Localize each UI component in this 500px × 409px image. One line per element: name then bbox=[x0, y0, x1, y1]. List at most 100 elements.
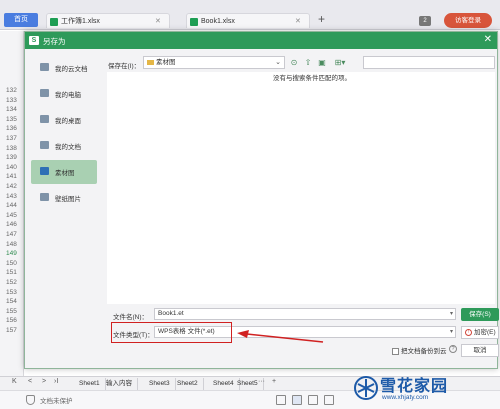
sidebar-item-label: 我的云文档 bbox=[55, 66, 88, 73]
row-number[interactable]: 150 bbox=[0, 259, 24, 268]
backup-to-cloud-option[interactable]: 把文档备份到云 bbox=[392, 345, 447, 355]
last-sheet-button[interactable]: ›I bbox=[54, 378, 58, 385]
help-icon[interactable]: ? bbox=[449, 345, 457, 353]
tab-label: Book1.xlsx bbox=[201, 18, 235, 25]
row-number[interactable]: 152 bbox=[0, 278, 24, 287]
sidebar-item-label: 我的文档 bbox=[55, 144, 81, 151]
chevron-down-icon[interactable]: ▾ bbox=[450, 327, 453, 337]
encrypt-label: 加密(E) bbox=[474, 329, 496, 336]
filename-label: 文件名(N)： bbox=[113, 314, 149, 321]
sidebar-item-computer[interactable]: 我的电脑 bbox=[31, 82, 97, 106]
tab-book1[interactable]: Book1.xlsx ✕ bbox=[186, 13, 310, 28]
back-icon[interactable]: ⊙ bbox=[289, 58, 299, 68]
row-number[interactable]: 141 bbox=[0, 172, 24, 181]
folder-icon bbox=[40, 193, 49, 201]
close-icon[interactable]: ✕ bbox=[295, 14, 301, 29]
watermark-name: 雪花家园 bbox=[380, 378, 449, 395]
sidebar-item-wallpaper[interactable]: 壁纸图片 bbox=[31, 186, 97, 210]
row-number[interactable]: 149 bbox=[0, 249, 24, 258]
row-number[interactable]: 143 bbox=[0, 192, 24, 201]
row-number[interactable]: 133 bbox=[0, 96, 24, 105]
row-number[interactable]: 147 bbox=[0, 230, 24, 239]
chevron-down-icon[interactable]: ▾ bbox=[450, 309, 453, 319]
documents-icon bbox=[40, 141, 49, 149]
add-tab-button[interactable]: + bbox=[318, 12, 325, 26]
close-icon[interactable]: ✕ bbox=[484, 34, 492, 45]
folder-icon bbox=[40, 167, 49, 175]
row-number[interactable]: 151 bbox=[0, 268, 24, 277]
tab-bar: 首页 工作簿1.xlsx ✕ Book1.xlsx ✕ + 2 访客登录 bbox=[0, 0, 500, 30]
row-number[interactable]: 153 bbox=[0, 288, 24, 297]
watermark: 雪花家园 www.xhjaty.com bbox=[354, 370, 500, 409]
sidebar-item-documents[interactable]: 我的文档 bbox=[31, 134, 97, 158]
row-number[interactable]: 142 bbox=[0, 182, 24, 191]
sidebar-item-sucaitu[interactable]: 素材图 bbox=[31, 160, 97, 184]
location-dropdown[interactable]: 素材图 ⌄ bbox=[143, 56, 285, 69]
up-folder-icon[interactable]: ⇧ bbox=[303, 58, 313, 68]
row-number[interactable]: 157 bbox=[0, 326, 24, 335]
row-number[interactable]: 135 bbox=[0, 115, 24, 124]
row-number[interactable]: 139 bbox=[0, 153, 24, 162]
backup-label: 把文档备份到云 bbox=[401, 348, 447, 355]
sheet-tab[interactable]: Sheet2 bbox=[172, 378, 204, 390]
reading-mode-icon[interactable] bbox=[324, 395, 334, 405]
new-folder-icon[interactable]: ▣ bbox=[317, 58, 327, 68]
row-number[interactable]: 148 bbox=[0, 240, 24, 249]
sheet-tab[interactable]: 输入内容 bbox=[101, 378, 138, 390]
save-as-dialog: S 另存为 ✕ 我的云文档 我的电脑 我的桌面 我的文档 素材图 壁纸图片 保存… bbox=[24, 31, 499, 369]
page-layout-icon[interactable] bbox=[292, 395, 302, 405]
sidebar-item-label: 素材图 bbox=[55, 170, 75, 177]
page-count-badge[interactable]: 2 bbox=[419, 16, 431, 26]
row-number[interactable]: 136 bbox=[0, 124, 24, 133]
row-number[interactable]: 144 bbox=[0, 201, 24, 210]
cloud-icon bbox=[40, 63, 49, 71]
row-number[interactable]: 140 bbox=[0, 163, 24, 172]
add-sheet-button[interactable]: + bbox=[272, 378, 276, 385]
sidebar-item-label: 我的桌面 bbox=[55, 118, 81, 125]
search-input[interactable] bbox=[363, 56, 495, 69]
page-break-icon[interactable] bbox=[308, 395, 318, 405]
row-number[interactable]: 138 bbox=[0, 144, 24, 153]
row-number[interactable]: 154 bbox=[0, 297, 24, 306]
red-arrow-annotation bbox=[237, 330, 324, 343]
home-tab[interactable]: 首页 bbox=[4, 13, 38, 27]
row-number[interactable]: 156 bbox=[0, 316, 24, 325]
close-icon[interactable]: ✕ bbox=[155, 14, 161, 29]
watermark-url: www.xhjaty.com bbox=[382, 394, 429, 401]
sidebar-item-label: 壁纸图片 bbox=[55, 196, 81, 203]
prev-sheet-button[interactable]: < bbox=[28, 378, 32, 385]
sidebar-item-cloud[interactable]: 我的云文档 bbox=[31, 56, 97, 80]
sheet-tab[interactable]: Sheet3 bbox=[144, 378, 176, 390]
places-sidebar: 我的云文档 我的电脑 我的桌面 我的文档 素材图 壁纸图片 bbox=[31, 56, 97, 276]
next-sheet-button[interactable]: > bbox=[42, 378, 46, 385]
visitor-login-button[interactable]: 访客登录 bbox=[444, 13, 492, 28]
folder-icon bbox=[147, 60, 154, 65]
row-number[interactable]: 146 bbox=[0, 220, 24, 229]
tab-label: 工作簿1.xlsx bbox=[61, 18, 100, 25]
row-number[interactable]: 155 bbox=[0, 307, 24, 316]
tab-workbook1[interactable]: 工作簿1.xlsx ✕ bbox=[46, 13, 170, 28]
wps-logo-icon: S bbox=[29, 36, 39, 45]
snowflake-logo-icon bbox=[354, 376, 378, 400]
row-number[interactable]: 137 bbox=[0, 134, 24, 143]
file-list-area[interactable] bbox=[107, 72, 495, 304]
dialog-title-bar[interactable]: S 另存为 ✕ bbox=[25, 32, 497, 49]
encrypt-icon: ! bbox=[465, 329, 472, 336]
sidebar-item-desktop[interactable]: 我的桌面 bbox=[31, 108, 97, 132]
backup-checkbox[interactable] bbox=[392, 347, 399, 355]
first-sheet-button[interactable]: K bbox=[12, 378, 17, 385]
row-header-column: 132 133 134 135 136 137 138 139 140 141 142 143 144 1… bbox=[0, 31, 24, 376]
cancel-button[interactable]: 取消 bbox=[461, 344, 499, 357]
save-button[interactable]: 保存(S) bbox=[461, 308, 499, 321]
normal-view-icon[interactable] bbox=[276, 395, 286, 405]
row-number[interactable]: 145 bbox=[0, 211, 24, 220]
highlight-box bbox=[111, 322, 232, 343]
view-options-icon[interactable]: ⊞▾ bbox=[333, 58, 347, 68]
more-sheets-button[interactable]: ··· bbox=[258, 378, 265, 385]
encrypt-button[interactable]: ! 加密(E) bbox=[461, 326, 499, 339]
filename-input[interactable]: Book1.et ▾ bbox=[154, 308, 456, 320]
row-number[interactable]: 134 bbox=[0, 105, 24, 114]
row-number[interactable]: 132 bbox=[0, 86, 24, 95]
spreadsheet-icon bbox=[190, 18, 198, 26]
filename-value: Book1.et bbox=[158, 310, 184, 317]
